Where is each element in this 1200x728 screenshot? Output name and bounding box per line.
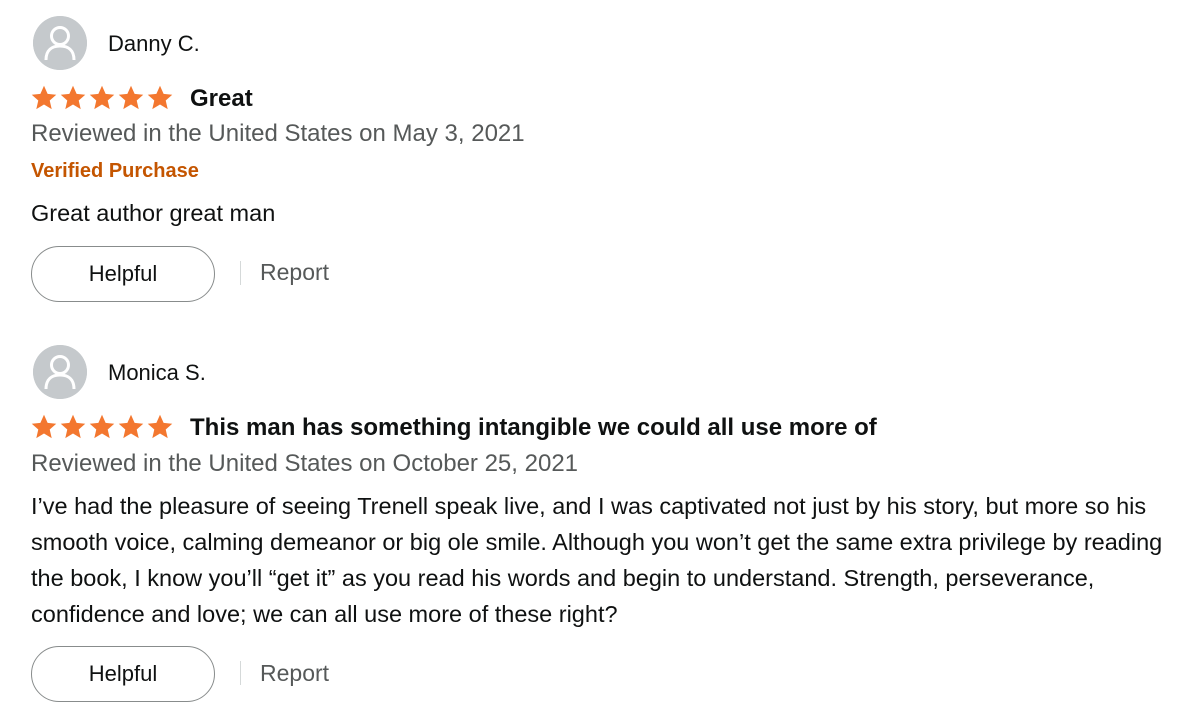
star-icon: [59, 84, 87, 114]
helpful-button[interactable]: Helpful: [31, 246, 215, 302]
review-title[interactable]: This man has something intangible we cou…: [190, 414, 877, 442]
review-date: Reviewed in the United States on May 3, …: [31, 120, 525, 147]
user-silhouette-icon: [33, 16, 87, 70]
review-title[interactable]: Great: [190, 85, 253, 113]
avatar: [33, 16, 87, 70]
star-rating[interactable]: [30, 413, 175, 443]
star-icon: [146, 84, 174, 114]
report-link[interactable]: Report: [260, 660, 329, 687]
review-body: Great author great man: [31, 200, 276, 226]
star-icon: [117, 413, 145, 443]
action-divider: [240, 661, 241, 685]
star-rating[interactable]: [30, 84, 175, 114]
user-silhouette-icon: [33, 345, 87, 399]
review-body: I’ve had the pleasure of seeing Trenell …: [31, 493, 1163, 627]
star-icon: [146, 413, 174, 443]
report-link[interactable]: Report: [260, 259, 329, 286]
verified-purchase-badge: Verified Purchase: [31, 160, 199, 182]
star-icon: [30, 413, 58, 443]
star-icon: [88, 413, 116, 443]
helpful-button[interactable]: Helpful: [31, 646, 215, 702]
star-icon: [88, 84, 116, 114]
action-divider: [240, 261, 241, 285]
reviewer-name[interactable]: Monica S.: [108, 360, 206, 386]
star-icon: [117, 84, 145, 114]
reviewer-name[interactable]: Danny C.: [108, 31, 200, 57]
review-date: Reviewed in the United States on October…: [31, 450, 579, 477]
star-icon: [59, 413, 87, 443]
star-icon: [30, 84, 58, 114]
avatar: [33, 345, 87, 399]
